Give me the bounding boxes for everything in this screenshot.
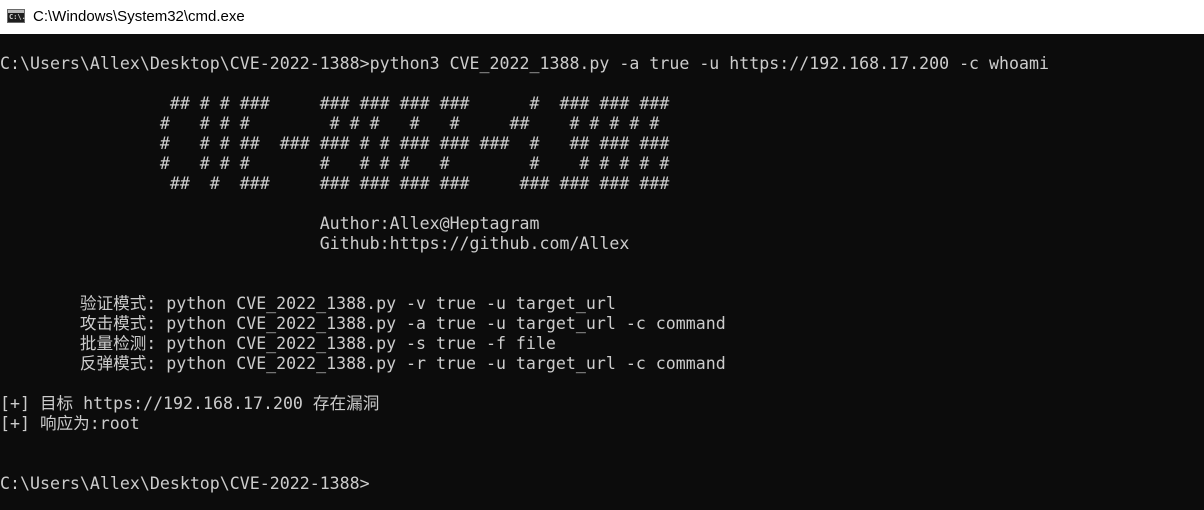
ascii-banner-line: ## # # ### ### ### ### ### # ### ### ### bbox=[0, 94, 670, 113]
window-title: C:\Windows\System32\cmd.exe bbox=[33, 8, 245, 25]
console-output[interactable]: C:\Users\Allex\Desktop\CVE-2022-1388>pyt… bbox=[0, 34, 1204, 510]
result-line-response: [+] 响应为:root bbox=[0, 414, 140, 433]
cmd-icon[interactable]: C:\. bbox=[7, 9, 26, 23]
usage-line-batch: 批量检测: python CVE_2022_1388.py -s true -f… bbox=[0, 334, 556, 353]
github-line: Github:https://github.com/Allex bbox=[0, 234, 630, 253]
usage-line-reverse: 反弹模式: python CVE_2022_1388.py -r true -u… bbox=[0, 354, 726, 373]
usage-line-verify: 验证模式: python CVE_2022_1388.py -v true -u… bbox=[0, 294, 616, 313]
usage-line-attack: 攻击模式: python CVE_2022_1388.py -a true -u… bbox=[0, 314, 726, 333]
ascii-banner-line: ## # ### ### ### ### ### ### ### ### ### bbox=[0, 174, 670, 193]
prompt-line[interactable]: C:\Users\Allex\Desktop\CVE-2022-1388> bbox=[0, 474, 370, 494]
command-line: C:\Users\Allex\Desktop\CVE-2022-1388>pyt… bbox=[0, 54, 1049, 73]
ascii-banner-line: # # # # # # # # # # # # # # # bbox=[0, 154, 670, 173]
ascii-banner-line: # # # ## ### ### # # ### ### ### # ## ##… bbox=[0, 134, 670, 153]
result-line-target: [+] 目标 https://192.168.17.200 存在漏洞 bbox=[0, 394, 380, 413]
title-bar[interactable]: C:\. C:\Windows\System32\cmd.exe bbox=[0, 0, 1204, 34]
author-line: Author:Allex@Heptagram bbox=[0, 214, 540, 233]
ascii-banner-line: # # # # # # # # # ## # # # # # bbox=[0, 114, 660, 133]
